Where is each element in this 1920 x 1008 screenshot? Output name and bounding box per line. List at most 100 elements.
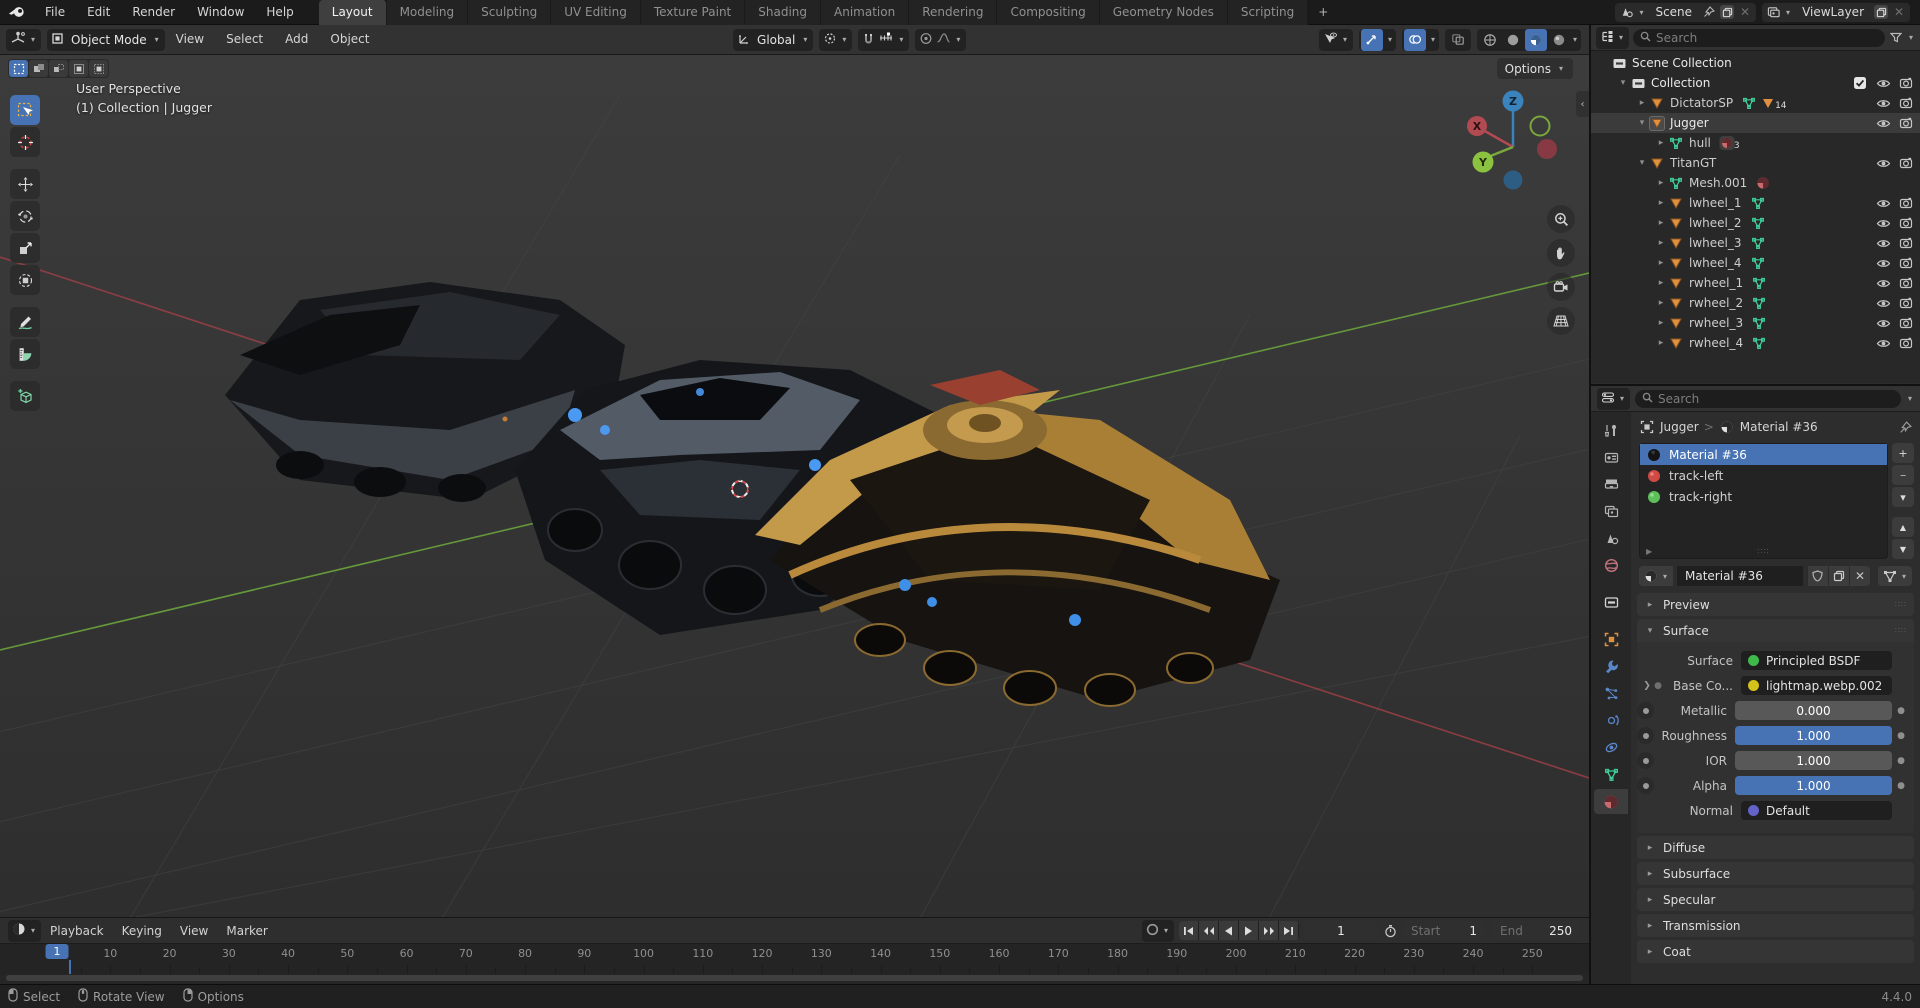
render-visibility-toggle[interactable] bbox=[1898, 295, 1914, 311]
pan-hand-button[interactable] bbox=[1547, 239, 1575, 267]
panel-transmission[interactable]: ▸Transmission bbox=[1637, 914, 1914, 937]
viewport-menu-select[interactable]: Select bbox=[215, 27, 274, 52]
select-box-tool[interactable] bbox=[10, 95, 40, 125]
material-slot-material-36[interactable]: Material #36 bbox=[1640, 444, 1887, 465]
outliner-row-scene-collection[interactable]: Scene Collection bbox=[1591, 53, 1920, 73]
tab-output[interactable] bbox=[1594, 472, 1628, 497]
hide-eye-toggle[interactable] bbox=[1875, 275, 1891, 291]
pin-icon[interactable] bbox=[1702, 5, 1716, 19]
jump-to-end-button[interactable] bbox=[1279, 921, 1298, 940]
cursor-tool[interactable] bbox=[10, 127, 40, 157]
animate-decorator[interactable] bbox=[1637, 752, 1654, 769]
tab-material[interactable] bbox=[1594, 789, 1628, 814]
hide-eye-toggle[interactable] bbox=[1875, 315, 1891, 331]
stopwatch-icon[interactable] bbox=[1383, 924, 1397, 938]
hide-eye-toggle[interactable] bbox=[1875, 155, 1891, 171]
tab-tool[interactable] bbox=[1594, 418, 1628, 443]
render-visibility-toggle[interactable] bbox=[1898, 275, 1914, 291]
play-reverse-button[interactable] bbox=[1219, 921, 1238, 940]
chevron-right-icon[interactable]: ▸ bbox=[1654, 258, 1668, 268]
property-slider-ior[interactable]: 1.000 bbox=[1735, 751, 1892, 770]
keyframe-dot[interactable]: ● bbox=[1896, 781, 1906, 791]
proportional-editing[interactable]: ▾ bbox=[915, 29, 966, 51]
move-slot-up-button[interactable]: ▲ bbox=[1892, 517, 1914, 537]
outliner-row-jugger[interactable]: ▾Jugger bbox=[1591, 113, 1920, 133]
render-visibility-toggle[interactable] bbox=[1898, 255, 1914, 271]
panel-specular[interactable]: ▸Specular bbox=[1637, 888, 1914, 911]
scene-selector[interactable]: ▾ Scene ✕ bbox=[1615, 3, 1756, 22]
annotate-tool[interactable] bbox=[10, 307, 40, 337]
show-overlays-toggle[interactable] bbox=[1404, 29, 1426, 51]
breadcrumb-material[interactable]: Material #36 bbox=[1740, 420, 1818, 434]
outliner-row-rwheel-4[interactable]: ▸rwheel_4 bbox=[1591, 333, 1920, 353]
browse-material-button[interactable]: ▾ bbox=[1639, 566, 1673, 586]
surface-shader-field[interactable]: Principled BSDF bbox=[1741, 651, 1892, 670]
hide-eye-toggle[interactable] bbox=[1875, 235, 1891, 251]
selectability-visibility[interactable]: ▾ bbox=[1319, 29, 1353, 51]
animate-decorator[interactable] bbox=[1637, 702, 1654, 719]
viewport-menu-object[interactable]: Object bbox=[319, 27, 380, 52]
select-extend-button[interactable] bbox=[29, 60, 48, 77]
timeline-menu-keying[interactable]: Keying bbox=[113, 924, 171, 938]
render-visibility-toggle[interactable] bbox=[1898, 235, 1914, 251]
fake-user-shield-icon[interactable] bbox=[1807, 566, 1828, 586]
chevron-down-icon[interactable]: ▾ bbox=[1635, 118, 1649, 128]
chevron-down-icon[interactable]: ▾ bbox=[1635, 158, 1649, 168]
timeline-menu-marker[interactable]: Marker bbox=[217, 924, 276, 938]
outliner-row-rwheel-2[interactable]: ▸rwheel_2 bbox=[1591, 293, 1920, 313]
unlink-icon[interactable]: ✕ bbox=[1849, 566, 1870, 586]
current-frame-field[interactable]: 1 bbox=[1304, 921, 1378, 940]
menu-file[interactable]: File bbox=[34, 0, 76, 25]
render-visibility-toggle[interactable] bbox=[1898, 315, 1914, 331]
outliner-row-lwheel-2[interactable]: ▸lwheel_2 bbox=[1591, 213, 1920, 233]
copy-datablock-icon[interactable] bbox=[1828, 566, 1849, 586]
workspace-tab-scripting[interactable]: Scripting bbox=[1228, 0, 1308, 25]
view-layer-selector[interactable]: ▾ ViewLayer ✕ bbox=[1762, 3, 1910, 22]
menu-help[interactable]: Help bbox=[255, 0, 304, 25]
tab-collection[interactable] bbox=[1594, 590, 1628, 615]
shading-dropdown-icon[interactable]: ▾ bbox=[1571, 35, 1579, 44]
remove-slot-button[interactable]: − bbox=[1892, 465, 1914, 485]
hide-eye-toggle[interactable] bbox=[1875, 215, 1891, 231]
blender-logo-icon[interactable] bbox=[0, 5, 34, 19]
tab-scene[interactable] bbox=[1594, 526, 1628, 551]
new-layer-icon[interactable] bbox=[1874, 5, 1888, 19]
hide-eye-toggle[interactable] bbox=[1875, 195, 1891, 211]
base-color-field[interactable]: lightmap.webp.002 bbox=[1741, 676, 1892, 695]
shading-solid-button[interactable] bbox=[1502, 29, 1524, 51]
scene-name[interactable]: Scene bbox=[1649, 5, 1698, 19]
outliner-row-collection[interactable]: ▾Collection bbox=[1591, 73, 1920, 93]
render-visibility-toggle[interactable] bbox=[1898, 115, 1914, 131]
property-slider-metallic[interactable]: 0.000 bbox=[1735, 701, 1892, 720]
link-material-button[interactable]: ▾ bbox=[1878, 566, 1912, 586]
tab-data[interactable] bbox=[1594, 762, 1628, 787]
perspective-toggle-button[interactable] bbox=[1547, 307, 1575, 335]
outliner-row-rwheel-1[interactable]: ▸rwheel_1 bbox=[1591, 273, 1920, 293]
xray-toggle[interactable] bbox=[1447, 29, 1469, 51]
chevron-right-icon[interactable]: ▸ bbox=[1654, 178, 1668, 188]
keyframe-dot[interactable]: ● bbox=[1896, 756, 1906, 766]
show-gizmo-toggle[interactable] bbox=[1361, 29, 1383, 51]
sidebar-collapse-tab[interactable]: ‹ bbox=[1576, 91, 1589, 117]
workspace-tab-layout[interactable]: Layout bbox=[319, 0, 387, 25]
viewport-menu-add[interactable]: Add bbox=[274, 27, 319, 52]
workspace-tab-texture-paint[interactable]: Texture Paint bbox=[641, 0, 745, 25]
select-invert-button[interactable] bbox=[69, 60, 88, 77]
hide-eye-toggle[interactable] bbox=[1875, 75, 1891, 91]
move-tool[interactable] bbox=[10, 169, 40, 199]
playhead[interactable]: 1 bbox=[57, 944, 80, 959]
snapping-controls[interactable]: ▾ bbox=[858, 29, 909, 51]
collection-checkbox[interactable] bbox=[1852, 75, 1868, 91]
pin-icon[interactable] bbox=[1898, 420, 1912, 434]
render-visibility-toggle[interactable] bbox=[1898, 195, 1914, 211]
panel-preview[interactable]: ▸ Preview ∷∷ bbox=[1637, 593, 1914, 616]
properties-editor-selector[interactable]: ▾ bbox=[1597, 388, 1630, 410]
mode-selector[interactable]: Object Mode ▾ bbox=[47, 29, 165, 51]
keyframe-dot[interactable]: ● bbox=[1896, 706, 1906, 716]
panel-coat[interactable]: ▸Coat bbox=[1637, 940, 1914, 963]
tab-particles[interactable] bbox=[1594, 681, 1628, 706]
material-slot-track-left[interactable]: track-left bbox=[1640, 465, 1887, 486]
play-button[interactable] bbox=[1239, 921, 1258, 940]
shading-rendered-button[interactable] bbox=[1548, 29, 1570, 51]
outliner-row-lwheel-3[interactable]: ▸lwheel_3 bbox=[1591, 233, 1920, 253]
